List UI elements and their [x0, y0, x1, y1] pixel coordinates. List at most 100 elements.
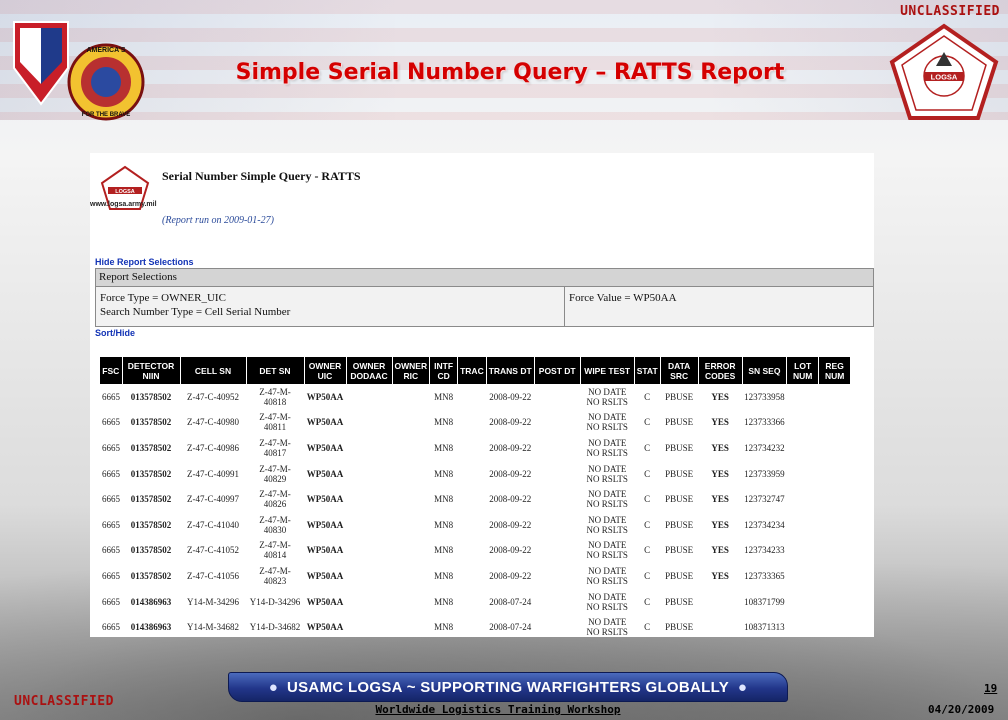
cell-data-src: PBUSE: [665, 468, 694, 479]
slide-title: Simple Serial Number Query – RATTS Repor…: [235, 60, 785, 85]
cell-data-src: PBUSE: [665, 545, 694, 556]
cell-owner-uic: WP50AA: [306, 417, 344, 428]
sort-hide-link[interactable]: Sort/Hide: [95, 328, 135, 338]
cell-cell-sn: Y14-M-34682: [187, 622, 239, 633]
cell-cell-sn: Z-47-C-41040: [187, 519, 239, 530]
cell-data-src: PBUSE: [665, 596, 694, 607]
cell-owner-ric: [392, 486, 430, 512]
footer-banner-text: USAMC LOGSA ~ SUPPORTING WARFIGHTERS GLO…: [287, 679, 729, 696]
cell-detector-niin: 013578502: [130, 494, 172, 505]
cell-wipe-test: NO DATE NO RSLTS: [586, 386, 628, 407]
cell-fsc: 6665: [102, 570, 120, 581]
cell-intf-cd: MN8: [434, 519, 454, 530]
column-header-cell-sn[interactable]: CELL SN: [180, 357, 247, 384]
cell-post-dt: [534, 563, 580, 589]
cell-fsc: 6665: [102, 622, 120, 633]
cell-cell-sn: Z-47-C-41056: [187, 570, 239, 581]
column-header-error-codes[interactable]: ERROR CODES: [698, 357, 743, 384]
page-number: 19: [984, 682, 998, 695]
cell-post-dt: [534, 614, 580, 640]
slide-date: 04/20/2009: [928, 703, 995, 716]
cell-trans-dt: 2008-09-22: [489, 494, 532, 505]
cell-intf-cd: MN8: [434, 622, 454, 633]
cell-intf-cd: MN8: [434, 494, 454, 505]
cell-trac: [458, 461, 487, 487]
cell-cell-sn: Z-47-C-40991: [187, 468, 239, 479]
cell-owner-ric: [392, 614, 430, 640]
cell-trans-dt: 2008-09-22: [489, 570, 532, 581]
column-header-owner-uic[interactable]: OWNER UIC: [304, 357, 347, 384]
column-header-intf-cd[interactable]: INTF CD: [429, 357, 459, 384]
table-body: 6665 013578502 Z-47-C-40952 Z-47-M- 40818 WP5…: [100, 384, 851, 640]
cell-det-sn: Z-47-M- 40818: [259, 386, 291, 407]
cell-intf-cd: MN8: [434, 391, 454, 402]
cell-sn-seq: 123734234: [744, 519, 785, 530]
cell-fsc: 6665: [102, 468, 120, 479]
cell-detector-niin: 013578502: [130, 570, 172, 581]
column-header-stat[interactable]: STAT: [634, 357, 661, 384]
cell-error-codes: YES: [711, 519, 729, 530]
cell-owner-ric: [392, 410, 430, 436]
cell-detector-niin: 014386963: [130, 596, 172, 607]
table-row: 6665 013578502 Z-47-C-40952 Z-47-M- 40818 WP5…: [100, 384, 851, 410]
cell-intf-cd: MN8: [434, 570, 454, 581]
cell-lot-num: [787, 538, 819, 564]
column-header-trac[interactable]: TRAC: [457, 357, 487, 384]
cell-owner-dodaac: [346, 563, 392, 589]
cell-owner-ric: [392, 384, 430, 410]
column-header-det-sn[interactable]: DET SN: [246, 357, 305, 384]
column-header-owner-ric[interactable]: OWNER RIC: [392, 357, 431, 384]
cell-lot-num: [787, 410, 819, 436]
cell-trac: [458, 563, 487, 589]
cell-trac: [458, 512, 487, 538]
column-header-post-dt[interactable]: POST DT: [534, 357, 581, 384]
column-header-lot-num[interactable]: LOT NUM: [786, 357, 820, 384]
logsa-logo: LOGSA: [889, 23, 999, 120]
cell-wipe-test: NO DATE NO RSLTS: [586, 489, 628, 510]
table-header-row: FSC DETECTOR NIIN CELL SN DET SN OWNER UIC OWNE…: [100, 357, 852, 384]
svg-text:AMERICA'S: AMERICA'S: [87, 47, 126, 54]
cell-error-codes: [698, 589, 742, 615]
selection-criteria: Force Type = OWNER_UIC Search Number Typ…: [96, 287, 565, 326]
cell-reg-num: [819, 461, 851, 487]
cell-error-codes: YES: [711, 391, 729, 402]
cell-intf-cd: MN8: [434, 545, 454, 556]
svg-text:LOGSA: LOGSA: [115, 189, 135, 195]
column-header-fsc[interactable]: FSC: [100, 357, 123, 384]
cell-post-dt: [534, 461, 580, 487]
report-selections-header: Report Selections: [96, 269, 873, 287]
cell-det-sn: Z-47-M- 40817: [259, 437, 291, 458]
cell-stat: C: [644, 622, 651, 633]
column-header-wipe-test[interactable]: WIPE TEST: [580, 357, 635, 384]
cell-fsc: 6665: [102, 494, 120, 505]
column-header-sn-seq[interactable]: SN SEQ: [742, 357, 788, 384]
report-selections-box: Report Selections Force Type = OWNER_UIC…: [95, 268, 874, 327]
column-header-data-src[interactable]: DATA SRC: [660, 357, 699, 384]
cell-detector-niin: 013578502: [130, 519, 172, 530]
column-header-trans-dt[interactable]: TRANS DT: [486, 357, 535, 384]
cell-cell-sn: Z-47-C-41052: [187, 545, 239, 556]
cell-trac: [458, 538, 487, 564]
cell-wipe-test: NO DATE NO RSLTS: [586, 412, 628, 433]
cell-stat: C: [644, 494, 651, 505]
column-header-reg-num[interactable]: REG NUM: [818, 357, 852, 384]
cell-det-sn: Z-47-M- 40829: [259, 463, 291, 484]
cell-owner-dodaac: [346, 538, 392, 564]
column-header-owner-dodaac[interactable]: OWNER DODAAC: [346, 357, 393, 384]
cell-detector-niin: 013578502: [130, 545, 172, 556]
cell-owner-dodaac: [346, 614, 392, 640]
hide-report-selections-link[interactable]: Hide Report Selections: [95, 257, 194, 267]
cell-detector-niin: 013578502: [130, 417, 172, 428]
cell-cell-sn: Z-47-C-40952: [187, 391, 239, 402]
report-run-date: (Report run on 2009-01-27): [162, 215, 274, 226]
cell-stat: C: [644, 570, 651, 581]
cell-owner-dodaac: [346, 589, 392, 615]
cell-trans-dt: 2008-09-22: [489, 519, 532, 530]
cell-owner-uic: WP50AA: [306, 391, 344, 402]
cell-error-codes: YES: [711, 417, 729, 428]
cell-owner-dodaac: [346, 435, 392, 461]
report-url: www.logsa.army.mil: [90, 201, 157, 208]
cell-wipe-test: NO DATE NO RSLTS: [586, 565, 628, 586]
cell-detector-niin: 013578502: [130, 442, 172, 453]
column-header-detector-niin[interactable]: DETECTOR NIIN: [122, 357, 181, 384]
